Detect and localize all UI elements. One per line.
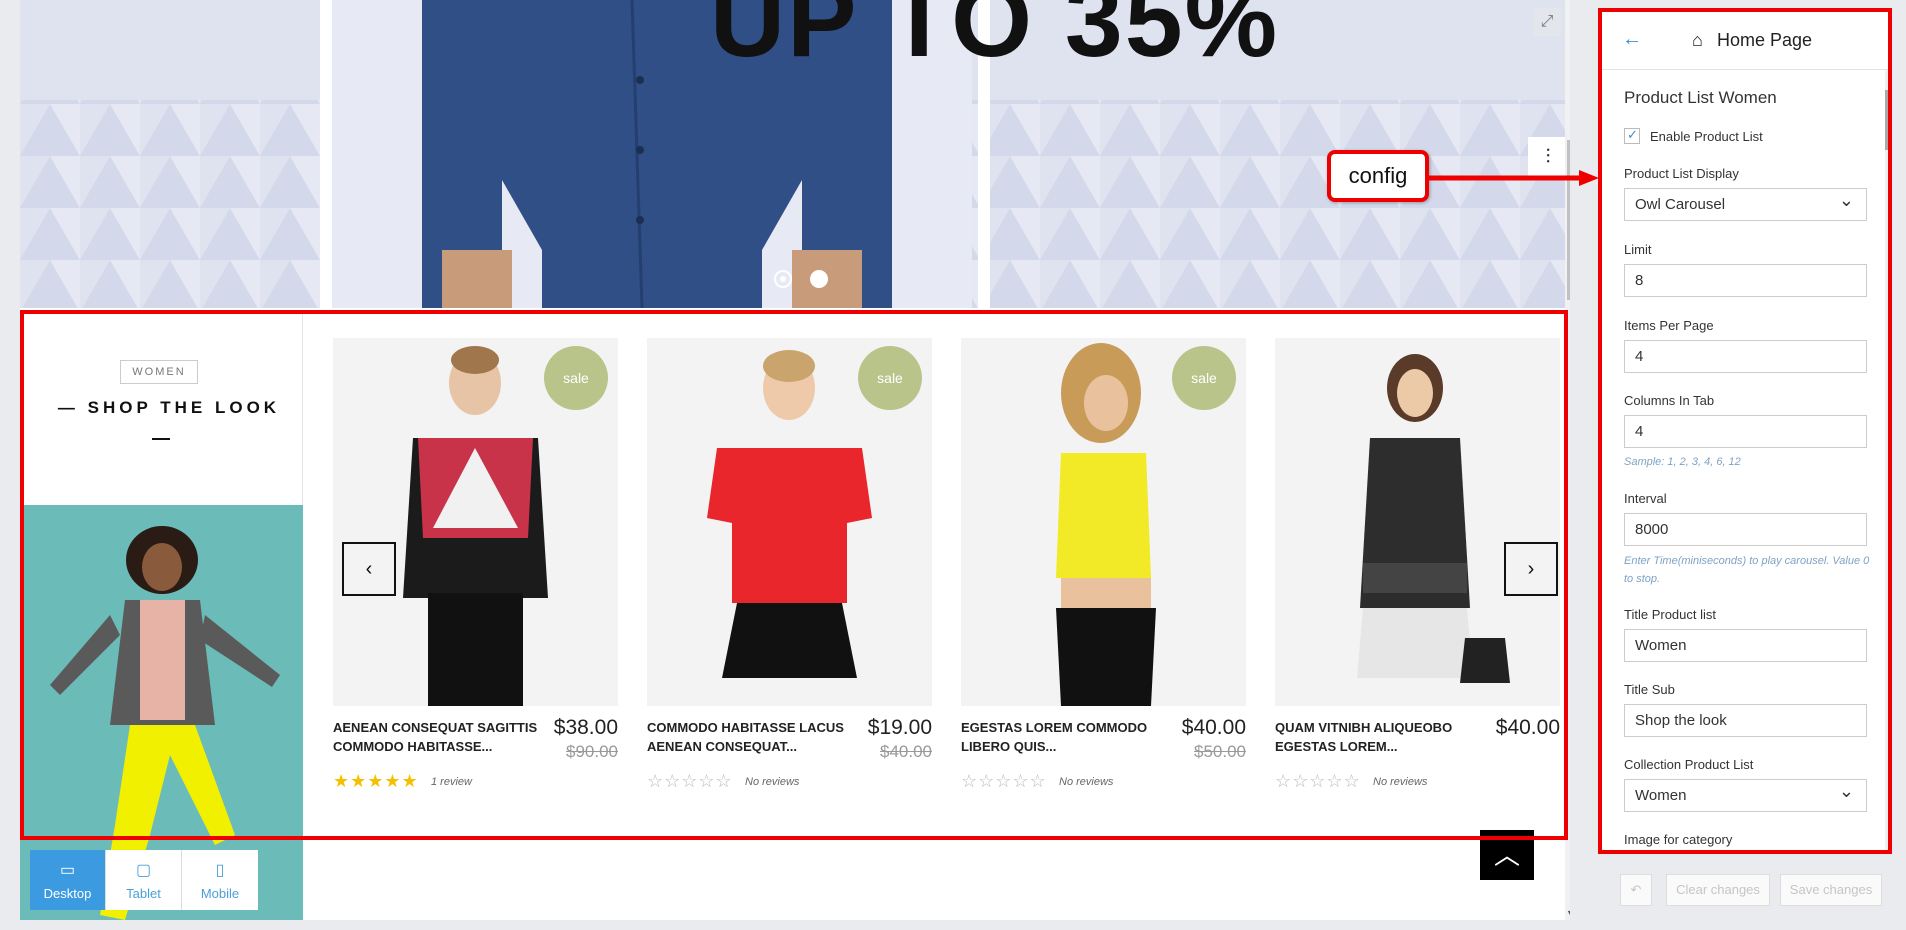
enable-product-list-row[interactable]: Enable Product List	[1624, 127, 1763, 144]
sidebar-scrollbar-thumb[interactable]	[1885, 90, 1888, 150]
annotation-highlight-frame	[20, 310, 1568, 840]
annotation-arrow	[1429, 170, 1599, 186]
title-product-list-label: Title Product list	[1624, 607, 1716, 622]
columns-input[interactable]: 4	[1624, 415, 1867, 448]
enable-checkbox[interactable]	[1624, 127, 1640, 144]
device-mobile-button[interactable]: ▯ Mobile	[182, 850, 258, 910]
mobile-icon: ▯	[215, 862, 225, 879]
clear-changes-button[interactable]: Clear changes	[1666, 874, 1770, 906]
undo-icon[interactable]: ↶	[1620, 874, 1652, 906]
home-icon: ⌂	[1692, 30, 1703, 50]
device-label: Mobile	[200, 886, 240, 901]
sidebar-title: Home Page	[1717, 30, 1813, 50]
carousel-dot-active[interactable]	[774, 270, 792, 288]
device-desktop-button[interactable]: ▭ Desktop	[30, 850, 106, 910]
collection-product-list-select[interactable]: Women	[1624, 776, 1867, 812]
device-label: Tablet	[126, 886, 161, 901]
enable-label: Enable Product List	[1650, 128, 1763, 144]
limit-input[interactable]: 8	[1624, 264, 1867, 297]
columns-label: Columns In Tab	[1624, 393, 1715, 408]
title-sub-input[interactable]: Shop the look	[1624, 704, 1867, 737]
device-switcher: ▭ Desktop ▢ Tablet ▯ Mobile	[30, 850, 258, 910]
customizer-sidebar: ← ⌂ Home Page Product List Women Enable …	[1598, 8, 1892, 854]
items-per-page-label: Items Per Page	[1624, 318, 1714, 333]
title-sub-label: Title Sub	[1624, 682, 1675, 697]
display-label: Product List Display	[1624, 166, 1739, 181]
preview-scrollbar-thumb[interactable]	[1567, 140, 1570, 300]
interval-hint: Enter Time(miniseconds) to play carousel…	[1624, 555, 1870, 585]
collection-product-list-label: Collection Product List	[1624, 757, 1754, 772]
scroll-down-icon[interactable]: ▼	[1566, 908, 1570, 918]
section-title: Product List Women	[1624, 88, 1777, 107]
device-tablet-button[interactable]: ▢ Tablet	[106, 850, 182, 910]
back-arrow-icon[interactable]: ←	[1622, 28, 1642, 51]
title-product-list-input[interactable]: Women	[1624, 629, 1867, 662]
expand-icon[interactable]: ⤢	[1533, 8, 1561, 36]
image-for-category-label: Image for category	[1624, 832, 1733, 847]
columns-hint: Sample: 1, 2, 3, 4, 6, 12	[1624, 456, 1741, 468]
sidebar-scrollbar[interactable]	[1885, 70, 1888, 850]
interval-label: Interval	[1624, 491, 1667, 506]
hero-divider	[320, 0, 332, 308]
device-label: Desktop	[43, 886, 92, 901]
tablet-icon: ▢	[135, 862, 152, 879]
customizer-footer: ↶ Clear changes Save changes	[1598, 862, 1892, 922]
interval-input[interactable]: 8000	[1624, 513, 1867, 546]
items-per-page-input[interactable]: 4	[1624, 340, 1867, 373]
display-select[interactable]: Owl Carousel	[1624, 185, 1867, 221]
carousel-dot[interactable]	[810, 270, 828, 288]
monitor-icon: ▭	[59, 862, 76, 879]
customizer-screen: UP TO 35% ⤢ ⫶ WOMEN — SHOP THE LOOK sale…	[0, 0, 1906, 930]
hero-headline: UP TO 35%	[710, 0, 1280, 79]
limit-label: Limit	[1624, 242, 1652, 257]
annotation-config-label: config	[1327, 150, 1429, 202]
sidebar-header: ← ⌂ Home Page	[1602, 12, 1888, 70]
save-changes-button[interactable]: Save changes	[1780, 874, 1882, 906]
